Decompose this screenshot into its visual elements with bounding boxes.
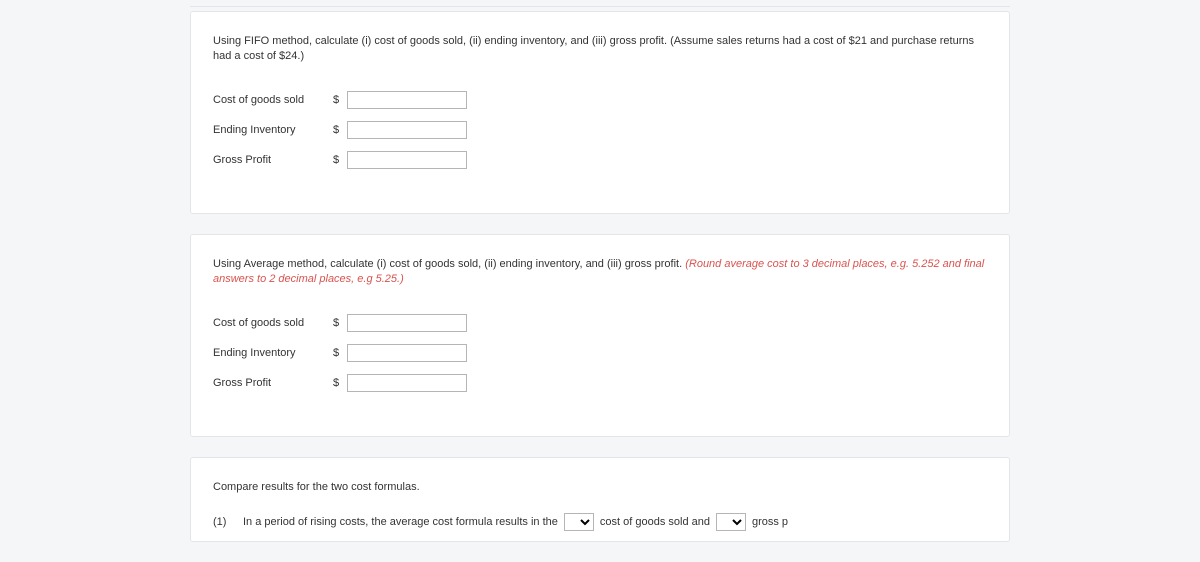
instruction-text: Using FIFO method, calculate (i) cost of… (213, 35, 974, 62)
input-avg-gross-profit[interactable] (347, 374, 467, 392)
label-ending-inventory: Ending Inventory (213, 347, 333, 359)
instruction-fifo: Using FIFO method, calculate (i) cost of… (213, 34, 987, 65)
compare-text-c: gross p (752, 516, 788, 528)
row-fifo-gross-profit: Gross Profit $ (213, 151, 987, 169)
row-avg-cogs: Cost of goods sold $ (213, 314, 987, 332)
input-avg-cogs[interactable] (347, 314, 467, 332)
input-fifo-ending-inventory[interactable] (347, 121, 467, 139)
currency-symbol: $ (333, 377, 347, 389)
label-gross-profit: Gross Profit (213, 377, 333, 389)
panel-compare: Compare results for the two cost formula… (190, 457, 1010, 542)
select-comparator-2[interactable] (716, 513, 746, 531)
item-number: (1) (213, 516, 237, 528)
select-comparator-1[interactable] (564, 513, 594, 531)
compare-text-b: cost of goods sold and (600, 516, 710, 528)
currency-symbol: $ (333, 154, 347, 166)
compare-line-1: (1) In a period of rising costs, the ave… (213, 513, 987, 531)
panel-fifo: Using FIFO method, calculate (i) cost of… (190, 11, 1010, 214)
row-avg-ending-inventory: Ending Inventory $ (213, 344, 987, 362)
currency-symbol: $ (333, 94, 347, 106)
input-fifo-gross-profit[interactable] (347, 151, 467, 169)
input-avg-ending-inventory[interactable] (347, 344, 467, 362)
label-cogs: Cost of goods sold (213, 317, 333, 329)
currency-symbol: $ (333, 347, 347, 359)
top-divider (190, 6, 1010, 7)
compare-text-a: In a period of rising costs, the average… (243, 516, 558, 528)
row-fifo-ending-inventory: Ending Inventory $ (213, 121, 987, 139)
label-ending-inventory: Ending Inventory (213, 124, 333, 136)
instruction-text: Using Average method, calculate (i) cost… (213, 258, 685, 270)
label-cogs: Cost of goods sold (213, 94, 333, 106)
currency-symbol: $ (333, 317, 347, 329)
row-fifo-cogs: Cost of goods sold $ (213, 91, 987, 109)
instruction-average: Using Average method, calculate (i) cost… (213, 257, 987, 288)
input-fifo-cogs[interactable] (347, 91, 467, 109)
label-gross-profit: Gross Profit (213, 154, 333, 166)
row-avg-gross-profit: Gross Profit $ (213, 374, 987, 392)
panel-average: Using Average method, calculate (i) cost… (190, 234, 1010, 437)
compare-heading: Compare results for the two cost formula… (213, 480, 987, 495)
currency-symbol: $ (333, 124, 347, 136)
